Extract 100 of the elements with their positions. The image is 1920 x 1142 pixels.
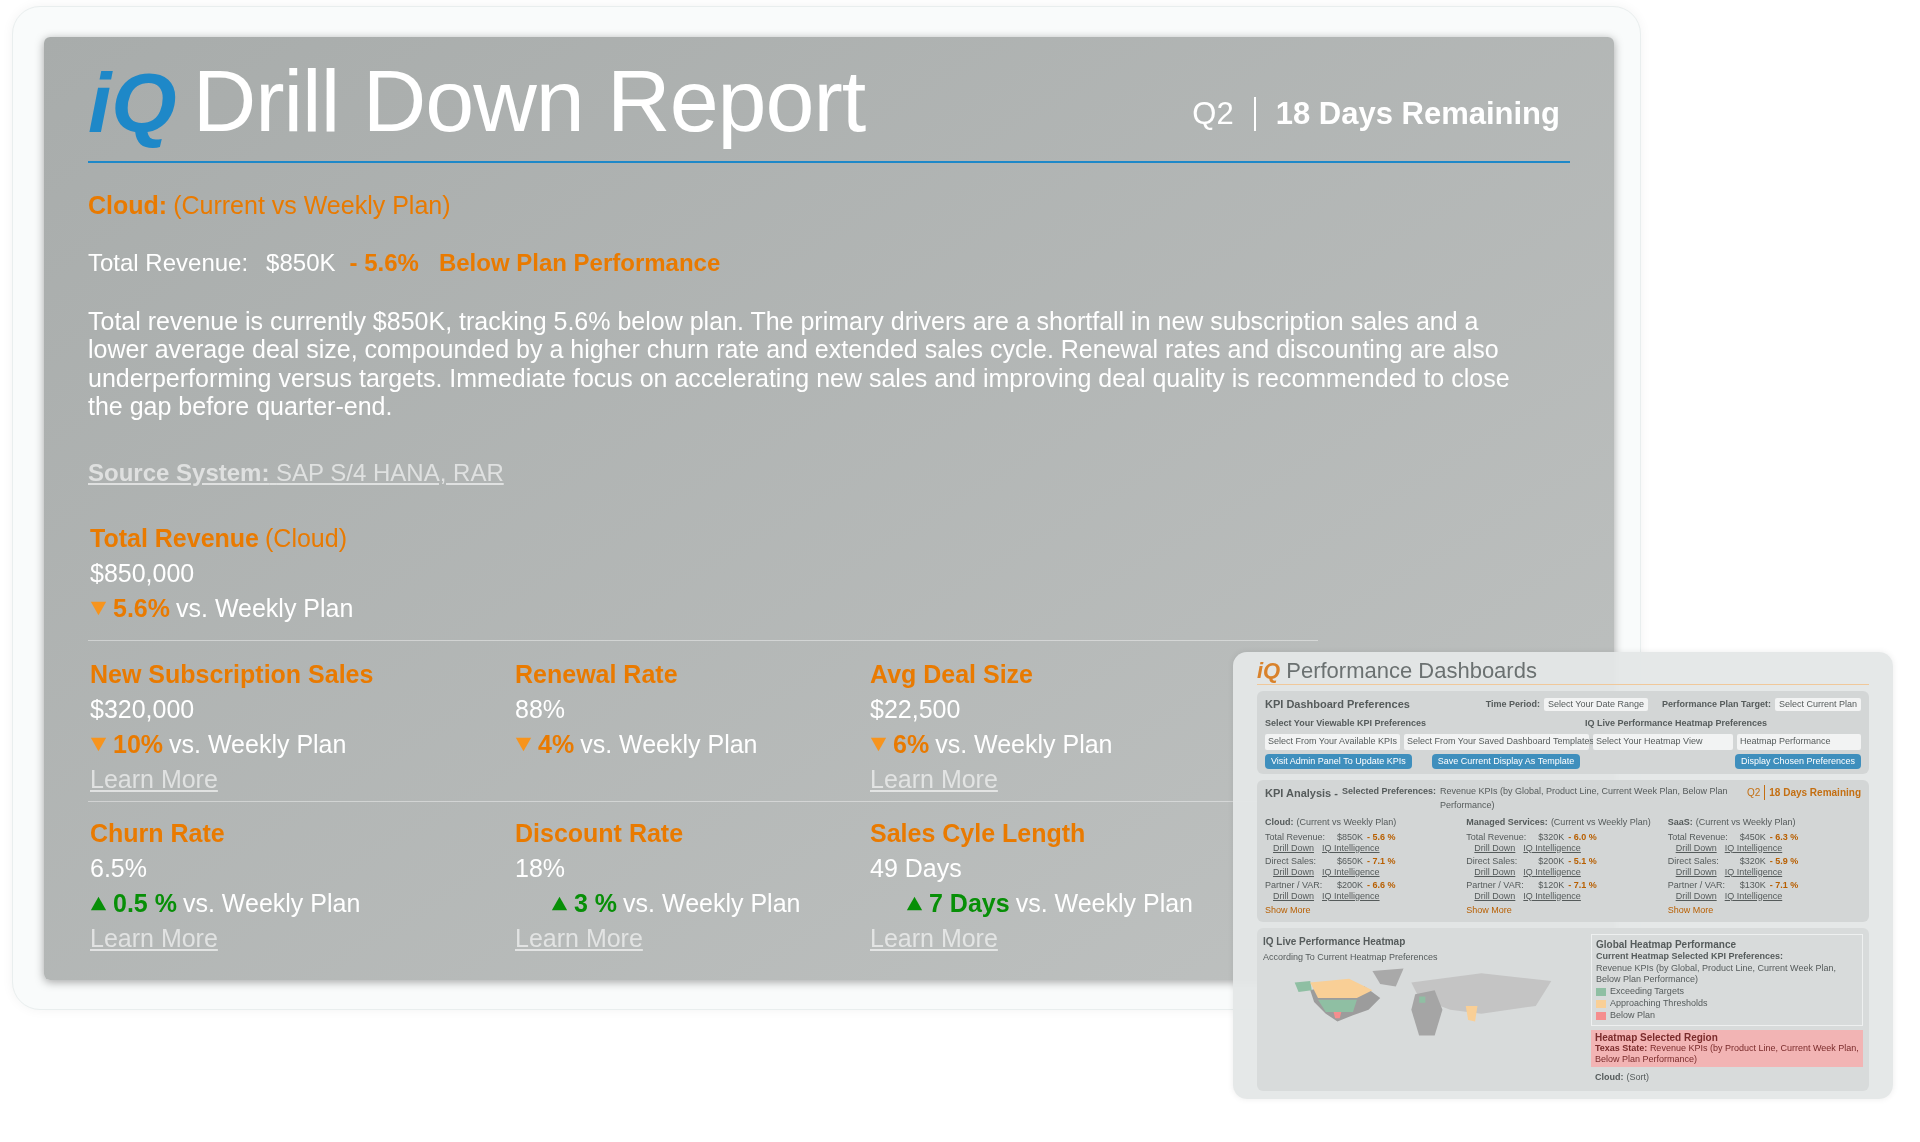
region-title: Heatmap Selected Region (1595, 1032, 1718, 1043)
row-change: - 5.9 % (1769, 855, 1799, 867)
report-title: Drill Down Report (192, 51, 866, 151)
drill-down-link[interactable]: Drill Down (1273, 890, 1314, 902)
preference-button[interactable]: Visit Admin Panel To Update KPIs (1265, 753, 1412, 769)
row-value: $650K (1337, 855, 1364, 867)
metric-change: 7 Days (929, 887, 1010, 919)
segment-note: (Current vs Weekly Plan) (1296, 816, 1397, 829)
row-label: Total Revenue: (1265, 831, 1327, 843)
metric-title: Discount Rate (515, 817, 684, 849)
row-value: $200K (1538, 855, 1565, 867)
down-triangle-icon (515, 735, 532, 753)
days-remaining: 18 Days Remaining (1275, 94, 1560, 133)
drill-down-link[interactable]: Drill Down (1474, 890, 1516, 902)
row-value: $120K (1538, 879, 1565, 891)
intelligence-link[interactable]: IQ Intelligence (1322, 842, 1380, 854)
dropdown-select[interactable]: Heatmap Performance (1737, 734, 1861, 750)
plan-select[interactable]: Select Current Plan (1774, 697, 1861, 711)
metric-title: Renewal Rate (515, 658, 678, 690)
revenue-change: - 5.6% (349, 247, 419, 278)
drill-down-link[interactable]: Drill Down (1273, 866, 1314, 878)
segment-note: (Current vs Weekly Plan) (1695, 816, 1796, 829)
row-value: $130K (1739, 879, 1766, 891)
intelligence-link[interactable]: IQ Intelligence (1724, 842, 1783, 854)
panel-title: KPI Analysis - (1265, 786, 1338, 801)
drill-down-link[interactable]: Drill Down (1273, 842, 1314, 854)
plan-status: Below Plan Performance (438, 247, 721, 278)
days-remaining: 18 Days Remaining (1764, 785, 1861, 800)
intelligence-link[interactable]: IQ Intelligence (1322, 890, 1380, 902)
dropdown-select[interactable]: Select From Your Available KPIs (1265, 734, 1400, 750)
row-change: - 7.1 % (1367, 855, 1396, 867)
metric-title: New Subscription Sales (90, 658, 374, 690)
intelligence-link[interactable]: IQ Intelligence (1523, 842, 1581, 854)
down-triangle-icon (870, 735, 887, 753)
row-change: - 5.6 % (1367, 831, 1396, 843)
metric-change: 5.6% (113, 592, 170, 624)
segment-note: (Current vs Weekly Plan) (1550, 816, 1651, 829)
drill-down-link[interactable]: Drill Down (1474, 866, 1516, 878)
metric-comparison: vs. Weekly Plan (580, 728, 758, 760)
intelligence-link[interactable]: IQ Intelligence (1523, 890, 1581, 902)
metric-value: $850,000 (90, 557, 196, 589)
metric-title: Avg Deal Size (870, 658, 1034, 690)
logo: iQ (88, 55, 177, 151)
legend-label: Exceeding Targets (1610, 986, 1684, 997)
region-text: Texas State: Revenue KPIs (by Product Line, Current Week Plan, Below Plan Performance) (1595, 1043, 1859, 1065)
legend-subtitle: Current Heatmap Selected KPI Preferences: (1596, 951, 1785, 962)
segment-label: Cloud: (88, 190, 168, 221)
preference-button[interactable]: Display Chosen Preferences (1734, 753, 1861, 769)
down-triangle-icon (90, 599, 107, 617)
segment-name: SaaS: (1667, 816, 1693, 829)
up-triangle-icon (551, 894, 568, 912)
row-label: Partner / VAR: (1667, 879, 1726, 891)
drill-down-link[interactable]: Drill Down (1675, 866, 1717, 878)
heatmap-title: IQ Live Performance Heatmap (1263, 935, 1407, 949)
row-change: - 6.6 % (1367, 879, 1396, 891)
preferences-text: Revenue KPIs (by Global, Product Line, Current Week Plan, Below Plan Performance) (1440, 785, 1729, 812)
row-change: - 6.3 % (1769, 831, 1799, 843)
metric-change: 4% (538, 728, 575, 760)
date-range-select[interactable]: Select Your Date Range (1544, 697, 1649, 711)
show-more-link[interactable]: Show More (1466, 903, 1512, 917)
row-change: - 7.1 % (1568, 879, 1597, 891)
up-triangle-icon (906, 894, 923, 912)
row-change: - 6.0 % (1568, 831, 1597, 843)
preference-button[interactable]: Save Current Display As Template (1431, 753, 1581, 769)
row-label: Direct Sales: (1466, 855, 1519, 867)
metric-title: Churn Rate (90, 817, 225, 849)
row-label: Total Revenue: (1667, 831, 1729, 843)
segment-name: Cloud: (1265, 816, 1294, 829)
row-label: Partner / VAR: (1466, 879, 1525, 891)
segment-note: (Current vs Weekly Plan) (173, 190, 451, 221)
summary-paragraph: Total revenue is currently $850K, tracking 5.6% below plan. The primary drivers are a shortfall in new subscription sales and a lower average deal size, compounded by a higher churn rate and extended sales cycle. Renewal rates and discounting are also underperforming versus targets. Immediate focus on accelerating new sales and improving deal quality is recommended to close the gap before quarter-end. (88, 306, 1511, 421)
intelligence-link[interactable]: IQ Intelligence (1724, 890, 1783, 902)
drill-down-link[interactable]: Drill Down (1474, 842, 1516, 854)
drill-down-link[interactable]: Drill Down (1675, 890, 1717, 902)
intelligence-link[interactable]: IQ Intelligence (1322, 866, 1380, 878)
row-value: $320K (1739, 855, 1766, 867)
segment-name: Managed Services: (1466, 816, 1548, 829)
quarter-label: Q2 (1192, 94, 1234, 133)
metric-change: 0.5 % (113, 887, 177, 919)
drill-down-link[interactable]: Drill Down (1675, 842, 1717, 854)
legend-text: Revenue KPIs (by Global, Product Line, Current Week Plan, Below Plan Performance) (1596, 963, 1837, 985)
segment-name: Cloud: (1595, 1071, 1624, 1084)
section-label: Select Your Viewable KPI Preferences (1265, 716, 1428, 730)
row-value: $850K (1337, 831, 1364, 843)
metric-value: $22,500 (870, 693, 961, 725)
show-more-link[interactable]: Show More (1667, 903, 1714, 917)
show-more-link[interactable]: Show More (1265, 903, 1311, 917)
row-value: $200K (1337, 879, 1364, 891)
metric-comparison: vs. Weekly Plan (169, 728, 347, 760)
section-label: IQ Live Performance Heatmap Preferences (1585, 716, 1768, 730)
panel-title: KPI Dashboard Preferences (1265, 697, 1410, 712)
intelligence-link[interactable]: IQ Intelligence (1724, 866, 1783, 878)
metric-value: $320,000 (90, 693, 195, 725)
row-label: Partner / VAR: (1265, 879, 1324, 891)
intelligence-link[interactable]: IQ Intelligence (1523, 866, 1581, 878)
time-period-label: Time Period: (1485, 697, 1540, 711)
row-change: - 7.1 % (1769, 879, 1799, 891)
up-triangle-icon (90, 894, 107, 912)
revenue-label: Total Revenue: (88, 247, 249, 278)
dropdown-select[interactable]: Select Your Heatmap View (1593, 734, 1733, 750)
